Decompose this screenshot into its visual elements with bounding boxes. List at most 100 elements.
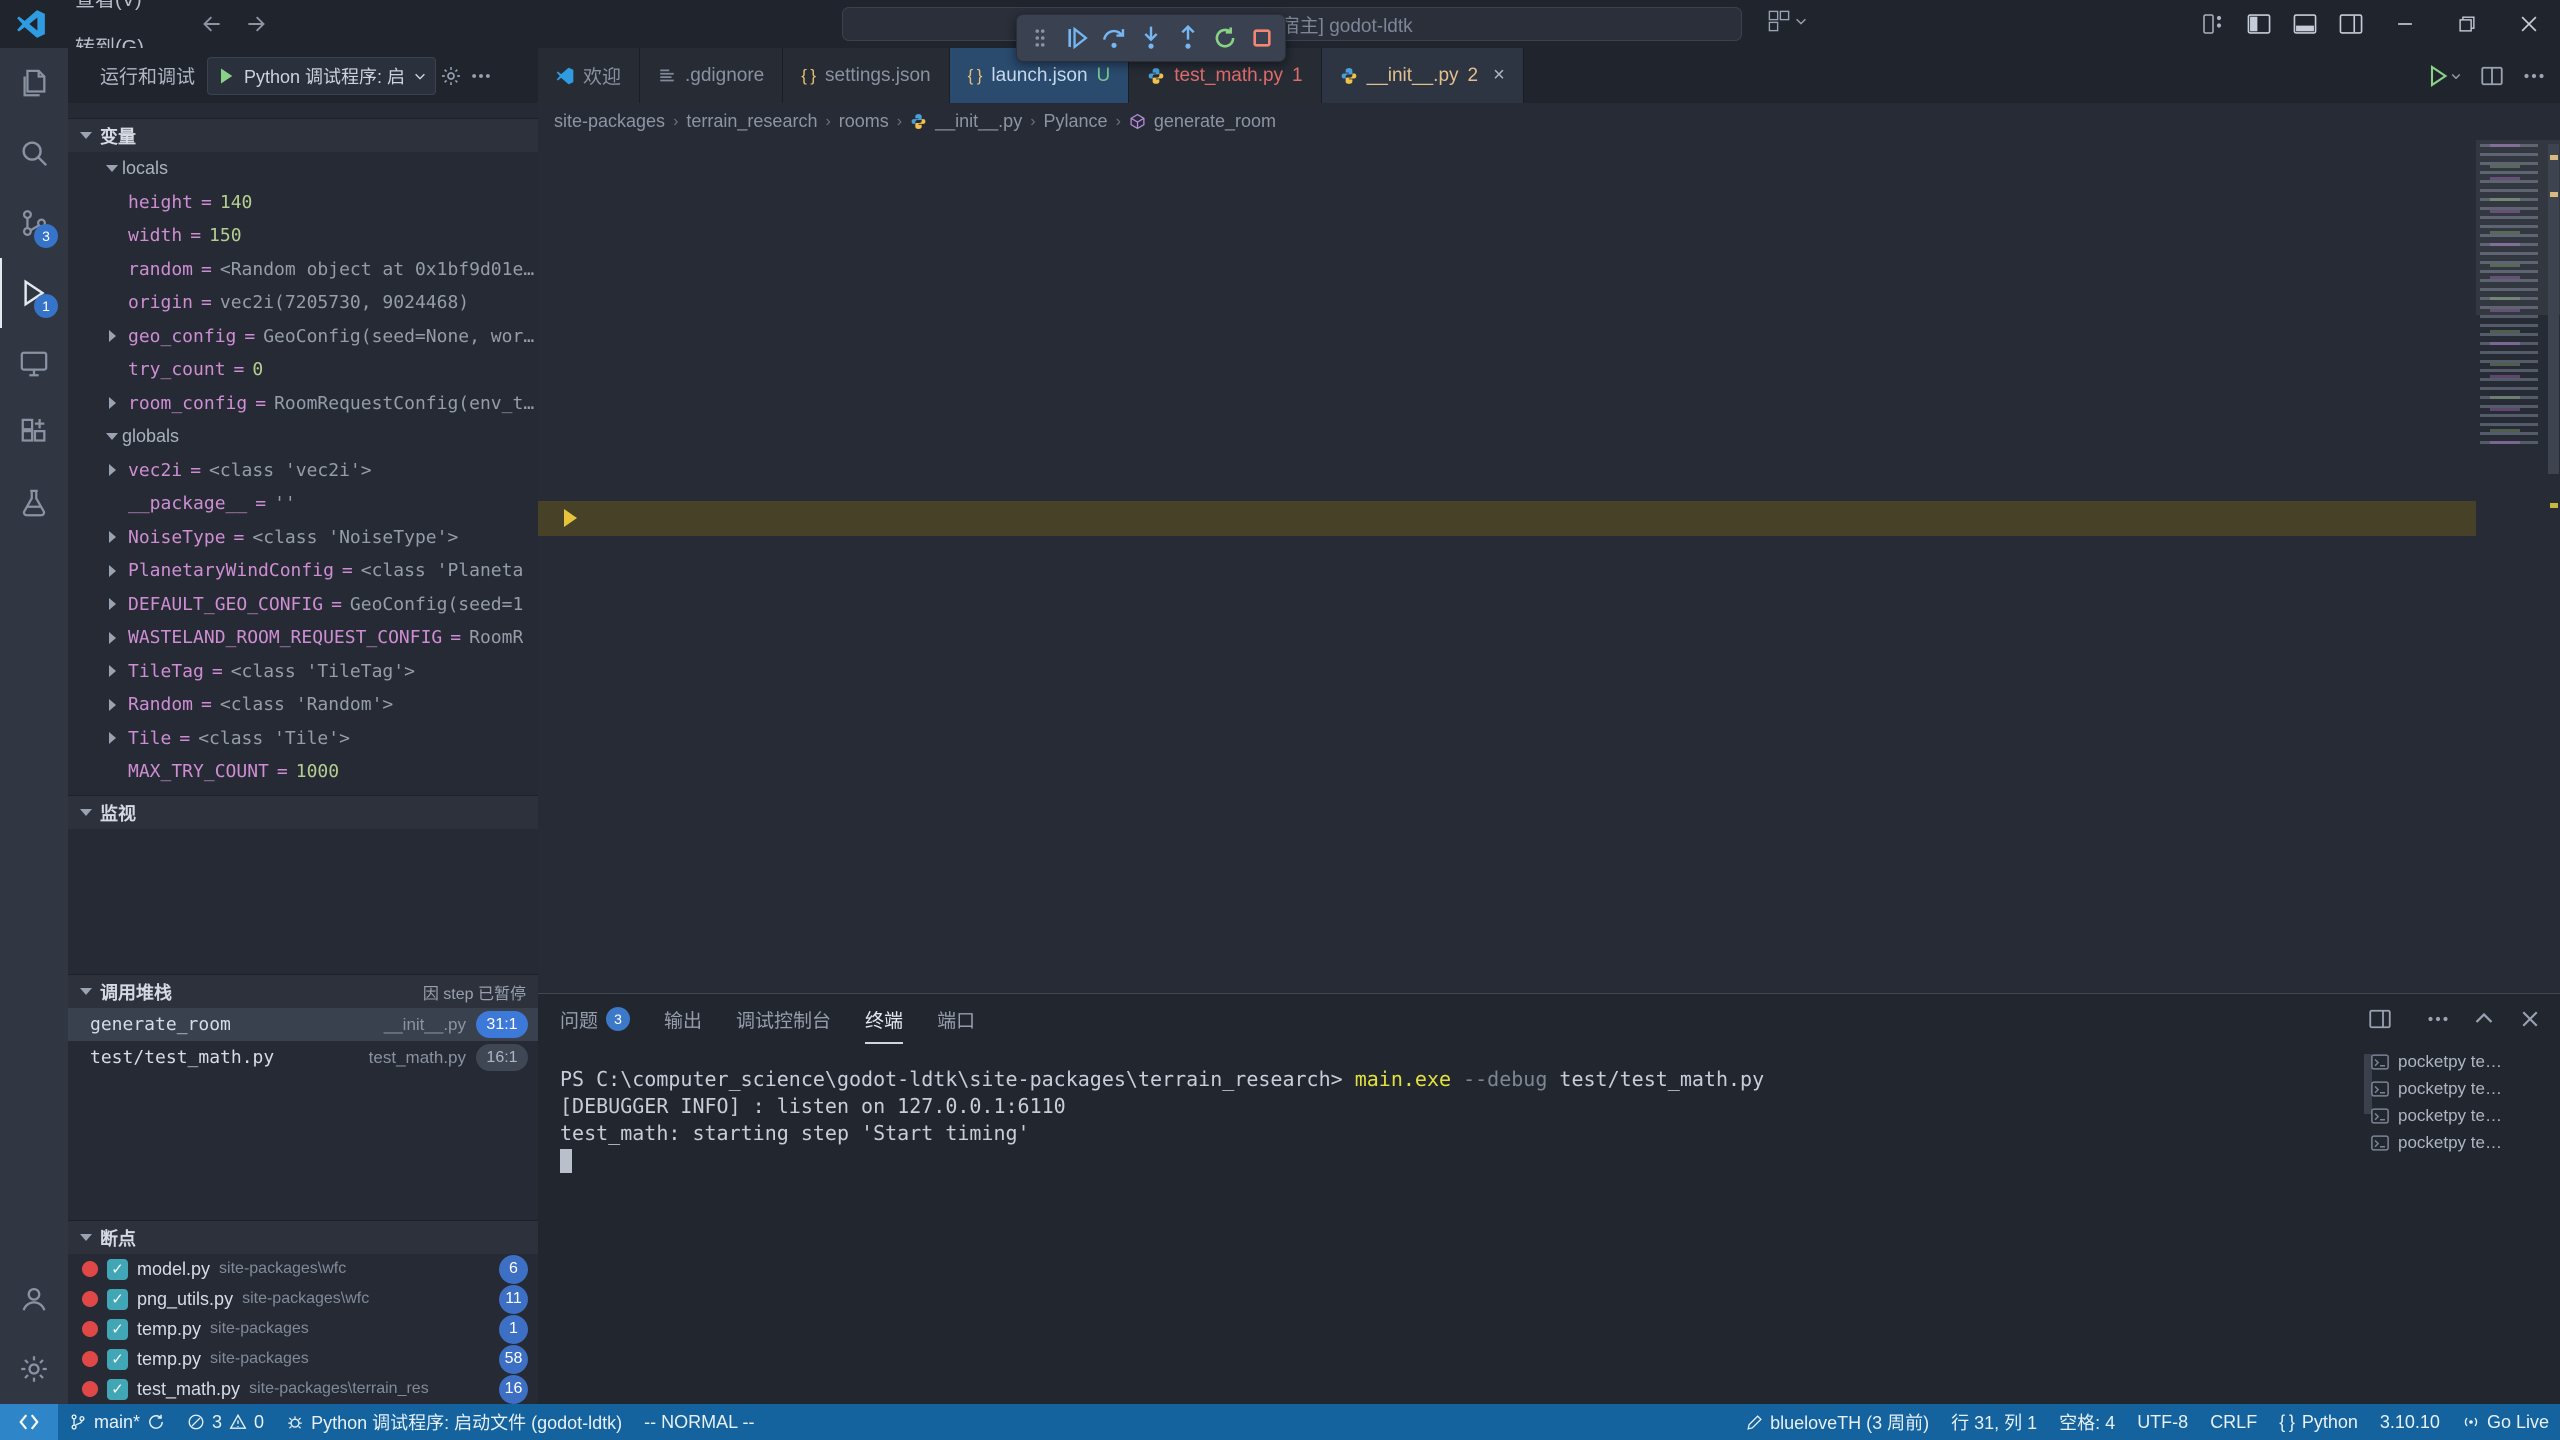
code-line[interactable]: 40 [538, 811, 2476, 845]
variables-section-header[interactable]: 变量 [68, 118, 538, 152]
breakpoint-checkbox[interactable]: ✓ [107, 1379, 128, 1400]
editor-more-actions-icon[interactable] [2522, 64, 2546, 88]
code-line[interactable]: 43 # 生成出口组合 [538, 914, 2476, 948]
panel-tab[interactable]: 输出 [664, 994, 702, 1044]
activity-explorer-icon[interactable] [0, 48, 68, 118]
debug-step-into-button[interactable] [1136, 21, 1167, 55]
git-branch-status[interactable]: main* [58, 1404, 176, 1440]
call-stack-frame[interactable]: test/test_math.py test_math.py 16:1 [68, 1041, 538, 1074]
close-window-button[interactable] [2498, 0, 2560, 48]
panel-tab[interactable]: 调试控制台 [736, 994, 831, 1044]
customize-layout-icon[interactable] [2190, 0, 2236, 48]
variable-row[interactable]: locals [68, 152, 538, 186]
debug-stop-button[interactable] [1246, 21, 1277, 55]
breadcrumb-item[interactable]: rooms [839, 111, 889, 132]
panel-tab[interactable]: 端口 [937, 994, 975, 1044]
variable-row[interactable]: Random = <class 'Random'> [68, 688, 538, 722]
code-line[interactable]: 20 [538, 140, 2476, 157]
variable-row[interactable]: __package__ = '' [68, 487, 538, 521]
variable-row[interactable]: DEFAULT_GEO_CONFIG = GeoConfig(seed=1 [68, 588, 538, 622]
restore-button[interactable] [2436, 0, 2498, 48]
views-more-actions-icon[interactable] [466, 61, 496, 91]
panel-tab[interactable]: 终端 [865, 994, 903, 1044]
account-icon[interactable] [0, 1264, 68, 1334]
variable-row[interactable]: PlanetaryWindConfig = <class 'Planeta [68, 554, 538, 588]
activity-remote-explorer-icon[interactable] [0, 328, 68, 398]
activity-testing-icon[interactable] [0, 468, 68, 538]
code-line[interactable]: 34 geo_config.seed = room_config.seed [538, 604, 2476, 638]
debug-session-status[interactable]: Python 调试程序: 启动文件 (godot-ldtk) [275, 1404, 633, 1440]
variable-row[interactable]: random = <Random object at 0x1bf9d01e110… [68, 253, 538, 287]
debug-launch-configuration[interactable]: Python 调试程序: 启 [207, 57, 436, 95]
breakpoints-section-header[interactable]: 断点 [68, 1220, 538, 1254]
breakpoint-row[interactable]: ✓ temp.py site-packages 58 [68, 1344, 538, 1374]
variable-row[interactable]: height = 140 [68, 186, 538, 220]
variable-row[interactable]: MAX_TRY_COUNT = 1000 [68, 755, 538, 789]
code-line[interactable]: 37 # ====生成TerrainCell==== [538, 708, 2476, 742]
code-editor[interactable]: 20 21 def generate_room(room_config: Roo… [538, 140, 2476, 993]
code-line[interactable]: 29 if room_config.env_type == EnvType.WA… [538, 433, 2476, 467]
activity-extensions-icon[interactable] [0, 398, 68, 468]
go-live-status[interactable]: Go Live [2451, 1404, 2560, 1440]
variable-row[interactable]: TileTag = <class 'TileTag'> [68, 655, 538, 689]
code-line[interactable]: 26 width, height = room_config.layout.n_… [538, 329, 2476, 363]
cursor-position-status[interactable]: 行 31, 列 1 [1940, 1404, 2048, 1440]
debug-settings-gear-icon[interactable] [436, 61, 466, 91]
encoding-status[interactable]: UTF-8 [2126, 1404, 2199, 1440]
terminal-instance[interactable]: pocketpy te… [2370, 1052, 2550, 1072]
toolbar-drag-grip[interactable] [1025, 21, 1056, 55]
settings-gear-icon[interactable] [0, 1334, 68, 1404]
breakpoint-row[interactable]: ✓ model.py site-packages\wfc 6 [68, 1254, 538, 1284]
breadcrumb-item[interactable]: site-packages [554, 111, 665, 132]
debug-step-out-button[interactable] [1172, 21, 1203, 55]
variable-row[interactable]: WASTELAND_ROOM_REQUEST_CONFIG = RoomR [68, 621, 538, 655]
close-tab-icon[interactable]: × [1493, 64, 1505, 87]
tab-init-py[interactable]: __init__.py 2 × [1322, 48, 1524, 103]
code-line[interactable]: 45 exit_combinations: list[tuple[vec2i, … [538, 983, 2476, 993]
code-line[interactable]: 44 step("检查连通性") [538, 948, 2476, 982]
toggle-panel-icon[interactable] [2282, 0, 2328, 48]
activity-run-debug-icon[interactable]: 1 [0, 258, 68, 328]
code-line[interactable]: 38 step("生成TerrainCell") [538, 742, 2476, 776]
tab-gdignore[interactable]: .gdignore [640, 48, 783, 103]
nav-forward-icon[interactable] [247, 13, 269, 35]
toggle-secondary-sidebar-icon[interactable] [2328, 0, 2374, 48]
watch-section-header[interactable]: 监视 [68, 795, 538, 829]
code-line[interactable]: 32 raise ValueError(f"Invalid env type: … [538, 536, 2476, 570]
panel-layout-icon[interactable] [2368, 1007, 2404, 1031]
breakpoint-row[interactable]: ✓ test_math.py site-packages\terrain_res… [68, 1374, 538, 1404]
debug-continue-button[interactable] [1062, 21, 1093, 55]
tab-welcome[interactable]: 欢迎 [538, 48, 640, 103]
breakpoint-checkbox[interactable]: ✓ [107, 1289, 128, 1310]
watch-empty-area[interactable] [68, 829, 538, 974]
language-mode-status[interactable]: { } Python [2268, 1404, 2369, 1440]
breadcrumb-item[interactable]: generate_room [1154, 111, 1276, 132]
debug-restart-button[interactable] [1209, 21, 1240, 55]
variable-row[interactable]: geo_config = GeoConfig(seed=None, world_… [68, 320, 538, 354]
split-editor-icon[interactable] [2480, 64, 2504, 88]
breadcrumb-item[interactable]: terrain_research [686, 111, 817, 132]
code-line[interactable]: 22 try_count = 0 [538, 192, 2476, 226]
tab-settings-json[interactable]: { } settings.json [783, 48, 949, 103]
code-line[interactable]: 21 def generate_room(room_config: RoomRe… [538, 157, 2476, 191]
variable-row[interactable]: vec2i = <class 'vec2i'> [68, 454, 538, 488]
code-line[interactable]: 27 [538, 364, 2476, 398]
breadcrumb-item[interactable]: __init__.py [935, 111, 1022, 132]
remote-window-icon[interactable] [1768, 10, 1808, 32]
editor-scrollbar[interactable] [2548, 140, 2559, 993]
variable-row[interactable]: width = 150 [68, 219, 538, 253]
debug-step-over-button[interactable] [1099, 21, 1130, 55]
variable-row[interactable]: globals [68, 420, 538, 454]
vim-mode-indicator[interactable]: -- NORMAL -- [633, 1404, 765, 1440]
python-version-status[interactable]: 3.10.10 [2369, 1404, 2451, 1440]
code-line[interactable]: 31 else: [538, 501, 2476, 535]
command-center-search[interactable]: [扩展开发宿主] godot-ldtk [842, 7, 1742, 41]
breakpoint-checkbox[interactable]: ✓ [107, 1259, 128, 1280]
menu-item[interactable]: 查看(V) [60, 0, 159, 24]
minimize-button[interactable] [2374, 0, 2436, 48]
panel-more-actions-icon[interactable] [2426, 1007, 2450, 1031]
code-line[interactable]: 41 # ====检查连通性==== [538, 845, 2476, 879]
code-line[interactable]: 35 geo_config.primary_forces.geothermal_… [538, 639, 2476, 673]
code-line[interactable]: 28 # ====生成初始地理信息==== [538, 398, 2476, 432]
variable-row[interactable]: try_count = 0 [68, 353, 538, 387]
